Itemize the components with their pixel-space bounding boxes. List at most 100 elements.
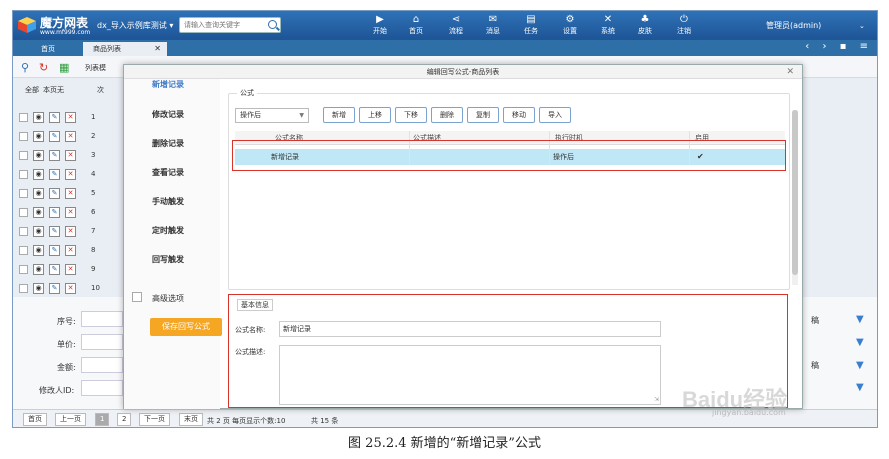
first-page-button[interactable]: 首页	[23, 413, 47, 426]
table-row[interactable]: ◉ ✎ ✕ 1	[19, 109, 119, 128]
nav-tasks[interactable]: ▤ 任务	[516, 13, 546, 39]
refresh-icon[interactable]: ↻	[39, 61, 48, 74]
timing-select[interactable]: 操作后 ▼	[235, 108, 309, 123]
page-1-button[interactable]: 1	[95, 413, 110, 426]
tab-products[interactable]: 商品列表 ✕	[83, 42, 167, 56]
nav-home[interactable]: ⌂ 首页	[401, 13, 431, 39]
delete-icon[interactable]: ✕	[65, 169, 76, 180]
delete-icon[interactable]: ✕	[65, 188, 76, 199]
formula-name-input[interactable]: 新增记录	[279, 321, 661, 337]
scrollbar-thumb[interactable]	[792, 110, 798, 275]
edit-icon[interactable]: ✎	[49, 264, 60, 275]
filter-icon[interactable]: ▼	[856, 337, 866, 348]
resize-handle-icon[interactable]: ⇲	[654, 396, 659, 403]
table-row[interactable]: ◉ ✎ ✕ 2	[19, 128, 119, 147]
edit-icon[interactable]: ✎	[49, 207, 60, 218]
amount-field[interactable]	[81, 357, 123, 373]
menu-timed-trigger[interactable]: 定时触发	[152, 225, 184, 236]
view-icon[interactable]: ◉	[33, 245, 44, 256]
chevron-down-icon[interactable]: ⌄	[859, 22, 865, 30]
search-icon[interactable]: ⚲	[21, 61, 29, 74]
export-icon[interactable]: ▦	[59, 61, 69, 74]
row-checkbox[interactable]	[19, 132, 28, 141]
table-row[interactable]: ◉ ✎ ✕ 8	[19, 242, 119, 261]
filter-icon[interactable]: ▼	[856, 382, 866, 393]
edit-icon[interactable]: ✎	[49, 245, 60, 256]
prev-page-button[interactable]: 上一页	[55, 413, 86, 426]
nav-system[interactable]: ✕ 系统	[593, 13, 623, 39]
last-page-button[interactable]: 末页	[179, 413, 203, 426]
search-input[interactable]	[184, 18, 268, 32]
close-icon[interactable]: ✕	[154, 42, 161, 56]
menu-add-record[interactable]: 新增记录	[152, 79, 184, 90]
table-row[interactable]: ◉ ✎ ✕ 7	[19, 223, 119, 242]
edit-icon[interactable]: ✎	[49, 226, 60, 237]
nav-skin[interactable]: ♣ 皮肤	[630, 13, 660, 39]
header-all[interactable]: 全部	[25, 85, 39, 95]
price-field[interactable]	[81, 334, 123, 350]
row-checkbox[interactable]	[19, 284, 28, 293]
delete-icon[interactable]: ✕	[65, 131, 76, 142]
row-checkbox[interactable]	[19, 227, 28, 236]
close-icon[interactable]: ✕	[786, 65, 794, 79]
user-menu[interactable]: 管理员(admin)	[766, 20, 821, 31]
table-row[interactable]: ◉ ✎ ✕ 3	[19, 147, 119, 166]
project-selector[interactable]: dx_导入示例库测试 ▾	[97, 20, 173, 31]
add-button[interactable]: 新增	[323, 107, 355, 123]
view-icon[interactable]: ◉	[33, 112, 44, 123]
edit-icon[interactable]: ✎	[49, 188, 60, 199]
search-icon[interactable]	[268, 20, 277, 29]
advanced-checkbox[interactable]	[132, 292, 142, 302]
move-up-button[interactable]: 上移	[359, 107, 391, 123]
menu-delete-record[interactable]: 删除记录	[152, 138, 184, 149]
modifier-field[interactable]	[81, 380, 123, 396]
page-2-button[interactable]: 2	[117, 413, 132, 426]
menu-manual-trigger[interactable]: 手动触发	[152, 196, 184, 207]
table-row[interactable]: ◉ ✎ ✕ 4	[19, 166, 119, 185]
tab-home[interactable]: 首页	[31, 42, 65, 56]
nav-settings[interactable]: ⚙ 设置	[555, 13, 585, 39]
view-icon[interactable]: ◉	[33, 150, 44, 161]
view-icon[interactable]: ◉	[33, 131, 44, 142]
delete-icon[interactable]: ✕	[65, 245, 76, 256]
view-icon[interactable]: ◉	[33, 207, 44, 218]
nav-logout[interactable]: ⏻ 注销	[669, 13, 699, 39]
view-icon[interactable]: ◉	[33, 226, 44, 237]
row-checkbox[interactable]	[19, 189, 28, 198]
list-mode-label[interactable]: 列表模	[85, 63, 106, 73]
tab-controls[interactable]: ‹ › ▪ ≡	[805, 41, 873, 52]
delete-button[interactable]: 删除	[431, 107, 463, 123]
row-checkbox[interactable]	[19, 246, 28, 255]
nav-messages[interactable]: ✉ 消息	[478, 13, 508, 39]
row-checkbox[interactable]	[19, 208, 28, 217]
move-down-button[interactable]: 下移	[395, 107, 427, 123]
edit-icon[interactable]: ✎	[49, 283, 60, 294]
delete-icon[interactable]: ✕	[65, 150, 76, 161]
import-button[interactable]: 导入	[539, 107, 571, 123]
table-row[interactable]: ◉ ✎ ✕ 5	[19, 185, 119, 204]
edit-icon[interactable]: ✎	[49, 150, 60, 161]
nav-workflow[interactable]: ⋖ 流程	[441, 13, 471, 39]
save-formula-button[interactable]: 保存回写公式	[150, 318, 222, 336]
filter-icon[interactable]: ▼	[856, 314, 866, 325]
view-icon[interactable]: ◉	[33, 264, 44, 275]
delete-icon[interactable]: ✕	[65, 112, 76, 123]
scrollbar[interactable]	[792, 110, 798, 285]
menu-writeback-trigger[interactable]: 回写触发	[152, 254, 184, 265]
move-button[interactable]: 移动	[503, 107, 535, 123]
formula-desc-textarea[interactable]: ⇲	[279, 345, 661, 405]
row-checkbox[interactable]	[19, 170, 28, 179]
delete-icon[interactable]: ✕	[65, 283, 76, 294]
delete-icon[interactable]: ✕	[65, 207, 76, 218]
menu-edit-record[interactable]: 修改记录	[152, 109, 184, 120]
row-checkbox[interactable]	[19, 151, 28, 160]
edit-icon[interactable]: ✎	[49, 112, 60, 123]
row-checkbox[interactable]	[19, 113, 28, 122]
nav-start[interactable]: ▶ 开始	[365, 13, 395, 39]
row-checkbox[interactable]	[19, 265, 28, 274]
delete-icon[interactable]: ✕	[65, 264, 76, 275]
filter-icon[interactable]: ▼	[856, 360, 866, 371]
next-page-button[interactable]: 下一页	[139, 413, 170, 426]
seq-field[interactable]	[81, 311, 123, 327]
delete-icon[interactable]: ✕	[65, 226, 76, 237]
